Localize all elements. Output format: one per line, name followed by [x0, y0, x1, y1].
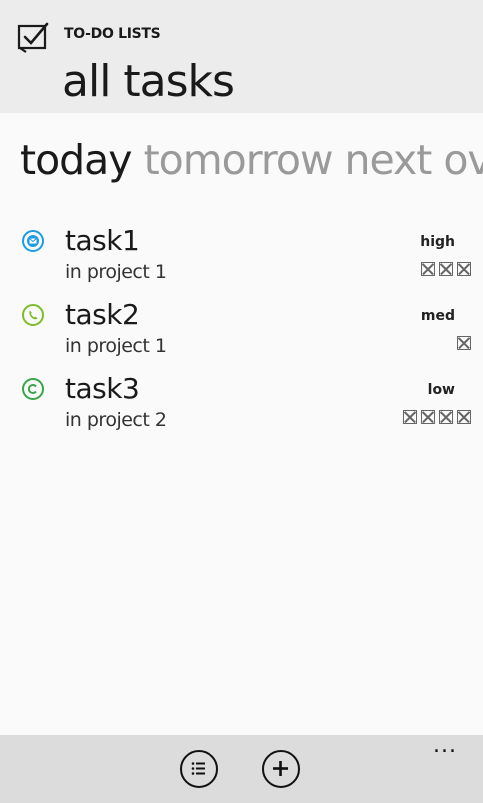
- more-options-button[interactable]: ...: [433, 735, 457, 757]
- task-project: in project 1: [65, 335, 167, 357]
- list-button[interactable]: [180, 750, 218, 788]
- box-x-icon: [457, 336, 471, 350]
- app-name: TO-DO LISTS: [64, 26, 161, 42]
- task-name: task3: [65, 372, 140, 405]
- task-marks: [457, 336, 471, 350]
- add-icon: [273, 761, 288, 776]
- pivot-item-next[interactable]: next ov: [344, 132, 483, 188]
- task-priority: low: [427, 382, 455, 398]
- add-button[interactable]: [262, 750, 300, 788]
- phone-icon: [22, 304, 44, 326]
- box-x-icon: [457, 262, 471, 276]
- task-marks: [403, 410, 471, 424]
- task-project: in project 2: [65, 409, 167, 431]
- email-icon: [22, 230, 44, 252]
- app-header: TO-DO LISTS all tasks: [0, 0, 483, 113]
- task-name: task1: [65, 224, 140, 257]
- task-item[interactable]: task1 in project 1 high: [0, 224, 483, 292]
- checkbox-logo-icon: [17, 22, 49, 53]
- box-x-icon: [421, 262, 435, 276]
- box-x-icon: [457, 410, 471, 424]
- pivot-item-tomorrow[interactable]: tomorrow: [144, 132, 334, 188]
- task-marks: [421, 262, 471, 276]
- box-x-icon: [439, 410, 453, 424]
- list-icon: [191, 762, 205, 775]
- app-bar: ...: [0, 735, 483, 803]
- pivot-header: today tomorrow next ov: [20, 132, 483, 188]
- box-x-icon: [421, 410, 435, 424]
- task-name: task2: [65, 298, 140, 331]
- c-icon: [22, 378, 44, 400]
- task-item[interactable]: task2 in project 1 med: [0, 298, 483, 366]
- page-title: all tasks: [62, 56, 235, 107]
- task-priority: med: [420, 308, 455, 324]
- task-item[interactable]: task3 in project 2 low: [0, 372, 483, 440]
- pivot-item-today[interactable]: today: [20, 132, 133, 188]
- task-priority: high: [420, 234, 455, 250]
- box-x-icon: [439, 262, 453, 276]
- box-x-icon: [403, 410, 417, 424]
- task-project: in project 1: [65, 261, 167, 283]
